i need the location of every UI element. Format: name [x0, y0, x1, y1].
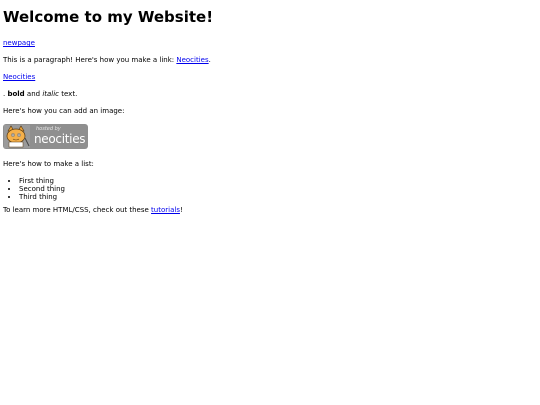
learn-more-paragraph: To learn more HTML/CSS, check out these … — [3, 206, 537, 215]
neocities-inline-link[interactable]: Neocities — [176, 56, 208, 64]
bold-text: bold — [7, 90, 25, 98]
list-intro: Here's how to make a list: — [3, 160, 94, 168]
link-paragraph-suffix: . — [208, 56, 211, 64]
thing-list: First thing Second thing Third thing — [3, 177, 537, 201]
list-item: First thing — [19, 177, 537, 185]
learn-more-prefix: To learn more HTML/CSS, check out these — [3, 206, 152, 214]
link-paragraph: This is a paragraph! Here's how you make… — [3, 56, 537, 65]
italic-text: italic — [42, 90, 60, 98]
neocities-link-paragraph: Neocities — [3, 73, 537, 82]
newpage-link[interactable]: newpage — [3, 39, 35, 47]
tutorials-link[interactable]: tutorials — [151, 206, 180, 214]
badge-brand-text: neocities — [34, 132, 86, 146]
neocities-standalone-link[interactable]: Neocities — [3, 73, 35, 81]
page-title: Welcome to my Website! — [3, 8, 214, 26]
link-paragraph-prefix: This is a paragraph! Here's how you make… — [3, 56, 177, 64]
formatting-middle: and — [24, 90, 43, 98]
learn-more-suffix: ! — [179, 206, 183, 214]
list-item: Third thing — [19, 193, 537, 201]
list-item: Second thing — [19, 185, 537, 193]
newpage-paragraph: newpage — [3, 39, 537, 48]
image-intro: Here's how you can add an image: — [3, 107, 125, 115]
formatting-paragraph: . bold and italic text. — [3, 90, 537, 99]
neocities-mascot-icon — [4, 125, 30, 148]
hosted-by-neocities-badge: hosted by neocities — [3, 124, 88, 149]
formatting-suffix: text. — [59, 90, 78, 98]
